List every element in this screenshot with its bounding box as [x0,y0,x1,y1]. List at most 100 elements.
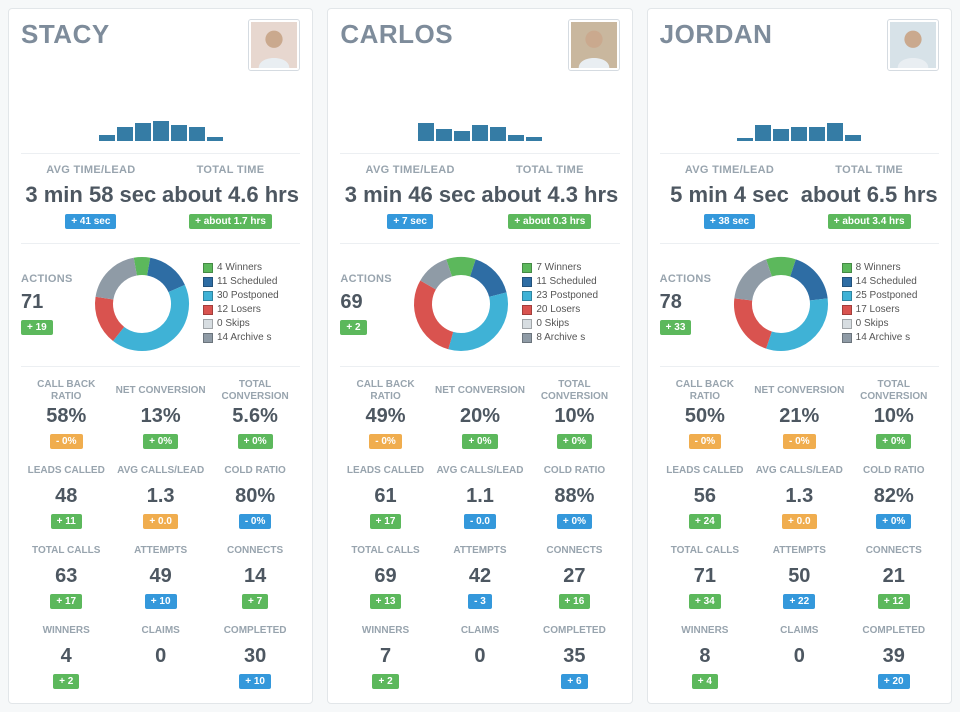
metric-label: CLAIMS [754,619,844,643]
legend-text: 14 Archive s [856,332,910,343]
legend-text: 20 Losers [536,304,580,315]
metric-label: AVG CALLS/LEAD [115,459,205,483]
metric-label: NET CONVERSION [435,379,525,403]
metric-label: WINNERS [21,619,111,643]
activity-sparkline [660,111,939,141]
metric-label: LEADS CALLED [660,459,750,483]
metric-value: 50% [660,405,750,428]
total-time-delta: + about 0.3 hrs [508,214,591,229]
legend-item: 11 Scheduled [522,276,619,287]
metric-label: COLD RATIO [529,459,619,483]
total-time-label: TOTAL TIME [161,164,301,176]
legend-swatch [522,277,532,287]
metric-value: 49 [115,565,205,588]
legend-swatch [522,291,532,301]
legend-swatch [842,319,852,329]
metric-value: 0 [115,645,205,668]
metric-delta: + 12 [878,594,910,609]
metric-value: 80% [210,485,300,508]
metric-cell: NET CONVERSION 21%- 0% [754,379,844,449]
legend-item: 8 Archive s [522,332,619,343]
metric-value: 1.3 [754,485,844,508]
metric-delta: + 0.0 [782,514,817,529]
metric-cell: TOTAL CONVERSION 5.6%+ 0% [210,379,300,449]
legend-swatch [203,305,213,315]
metric-cell: CONNECTS 21 + 12 [849,539,939,609]
metric-delta: + 2 [372,674,398,689]
user-card: STACY AVG TIME/LEAD 3 min 58 sec + 41 se… [8,8,313,704]
metric-label: TOTAL CALLS [340,539,430,563]
metric-cell: CLAIMS 0 [435,619,525,689]
metric-cell: LEADS CALLED 48+ 11 [21,459,111,529]
legend-item: 25 Postponed [842,290,939,301]
legend-text: 17 Losers [856,304,900,315]
metric-value: 82% [849,485,939,508]
metric-delta: + 11 [51,514,82,529]
metric-delta: - 0.0 [464,514,496,529]
metric-delta: + 34 [689,594,721,609]
metric-value: 39 [849,645,939,668]
legend-swatch [842,291,852,301]
metric-label: CONNECTS [849,539,939,563]
metric-value: 88% [529,485,619,508]
activity-sparkline [21,111,300,141]
avatar[interactable] [248,19,300,71]
avatar[interactable] [568,19,620,71]
metric-value: 1.3 [115,485,205,508]
metric-label: WINNERS [340,619,430,643]
user-name: CARLOS [340,19,453,50]
metric-label: ATTEMPTS [115,539,205,563]
metric-value: 42 [435,565,525,588]
legend-item: 7 Winners [522,262,619,273]
actions-legend: 4 Winners 11 Scheduled 30 Postponed 12 L… [203,262,300,346]
avg-time-value: 3 min 58 sec [21,182,161,208]
avg-time-value: 5 min 4 sec [660,182,800,208]
total-time-value: about 6.5 hrs [799,182,939,208]
metric-label: WINNERS [660,619,750,643]
metric-value: 56 [660,485,750,508]
legend-item: 0 Skips [842,318,939,329]
metric-label: TOTAL CONVERSION [849,379,939,403]
metric-label: TOTAL CONVERSION [210,379,300,403]
actions-legend: 8 Winners 14 Scheduled 25 Postponed 17 L… [842,262,939,346]
user-card: JORDAN AVG TIME/LEAD 5 min 4 sec + 38 se… [647,8,952,704]
metric-delta: + 16 [559,594,591,609]
metric-value: 30 [210,645,300,668]
metric-value: 58% [21,405,111,428]
user-name: STACY [21,19,110,50]
metric-value: 49% [340,405,430,428]
metric-label: COMPLETED [849,619,939,643]
legend-item: 14 Archive s [842,332,939,343]
metric-value: 69 [340,565,430,588]
legend-item: 17 Losers [842,304,939,315]
legend-swatch [203,277,213,287]
metric-value: 1.1 [435,485,525,508]
legend-item: 8 Winners [842,262,939,273]
avg-time-value: 3 min 46 sec [340,182,480,208]
metric-value: 21% [754,405,844,428]
metric-value: 63 [21,565,111,588]
metric-label: CALL BACK RATIO [21,379,111,403]
actions-label: ACTIONS [340,273,400,285]
metric-label: NET CONVERSION [754,379,844,403]
legend-item: 14 Scheduled [842,276,939,287]
metric-label: COMPLETED [210,619,300,643]
legend-item: 20 Losers [522,304,619,315]
metric-cell: TOTAL CALLS 71+ 34 [660,539,750,609]
avatar[interactable] [887,19,939,71]
actions-donut [726,254,836,354]
metric-cell: WINNERS 4+ 2 [21,619,111,689]
metric-label: CLAIMS [115,619,205,643]
metric-value: 21 [849,565,939,588]
metric-delta: - 3 [468,594,492,609]
metric-cell: COMPLETED 35+ 6 [529,619,619,689]
metric-label: COLD RATIO [849,459,939,483]
metric-cell: COLD RATIO 82%+ 0% [849,459,939,529]
legend-item: 12 Losers [203,304,300,315]
actions-delta: + 33 [660,320,692,335]
actions-value: 69 [340,291,400,314]
total-time-value: about 4.6 hrs [161,182,301,208]
legend-swatch [842,333,852,343]
legend-item: 23 Postponed [522,290,619,301]
metric-cell: COLD RATIO 88%+ 0% [529,459,619,529]
